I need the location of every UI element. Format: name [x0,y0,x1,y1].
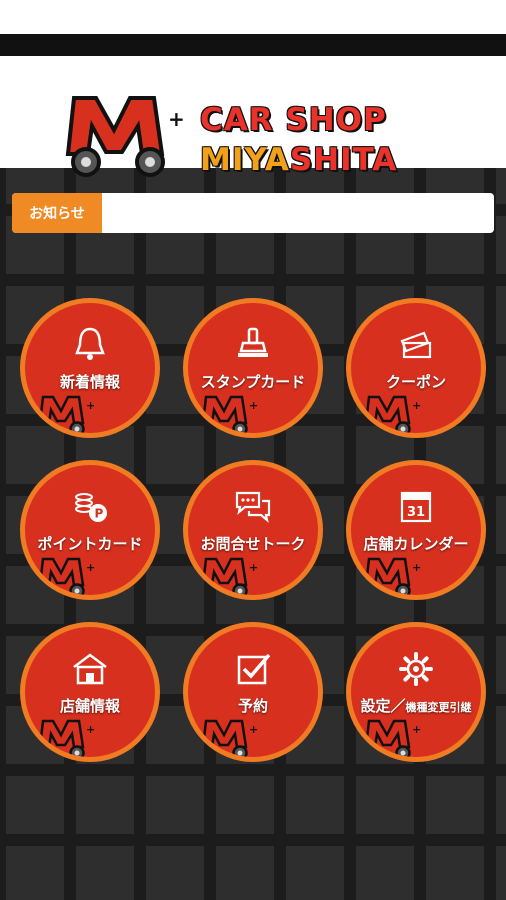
menu-reserve-button[interactable]: 予約 + [183,622,323,762]
svg-text:+: + [412,399,421,412]
menu-calendar-label: 店舗カレンダー [363,535,469,553]
app-header: + CAR SHOP MIYASHITA [0,34,506,178]
menu-calendar-button[interactable]: 31 店舗カレンダー + [346,460,486,600]
menu-talk-button[interactable]: お問合せトーク + [183,460,323,600]
brand-title: CAR SHOP MIYASHITA [200,100,397,180]
brand-line-2-part1: MIYA [200,142,290,178]
menu-store-button[interactable]: 店舗情報 + [20,622,160,762]
mini-logo-icon: + [38,557,95,595]
menu-point-button[interactable]: P ポイントカード + [20,460,160,600]
svg-text:+: + [86,723,95,736]
notice-label: お知らせ [12,193,102,233]
menu-coupon-label: クーポン [385,373,446,391]
mini-logo-icon: + [201,719,258,757]
calendar-day: 31 [407,505,425,520]
checkbox-icon [237,653,271,685]
menu-settings-label-main: 設定／ [360,697,406,715]
coins-icon: P [75,493,107,522]
mini-logo-icon: + [364,395,421,433]
brand-line-2-part2: SHITA [289,142,398,178]
menu-stamp-button[interactable]: スタンプカード + [183,298,323,438]
shop-logo-icon: + [65,96,185,177]
svg-text:P: P [95,507,104,521]
chat-icon [235,491,271,523]
mini-logo-icon: + [364,719,421,757]
svg-text:+: + [249,723,258,736]
menu-settings-label: 設定／機種変更引継 [351,695,481,716]
menu-news-label: 新着情報 [59,373,120,391]
menu-store-label: 店舗情報 [59,697,120,715]
mini-logo-icon: + [38,395,95,433]
coupon-icon [400,331,432,359]
status-bar [0,0,506,34]
menu-settings-button[interactable]: 設定／機種変更引継 + [346,622,486,762]
mini-logo-icon: + [201,395,258,433]
svg-text:+: + [86,399,95,412]
menu-reserve-label: 予約 [237,697,268,715]
svg-text:+: + [412,561,421,574]
menu-settings-label-sub: 機種変更引継 [405,701,472,714]
mini-logo-icon: + [201,557,258,595]
brand-line-2: MIYASHITA [200,140,397,180]
menu-point-label: ポイントカード [37,535,143,553]
svg-text:+: + [168,107,185,131]
brand-line-1: CAR SHOP [200,102,387,138]
svg-text:+: + [249,399,258,412]
svg-text:+: + [249,561,258,574]
gear-icon [399,652,433,686]
stamp-icon [238,327,268,357]
menu-stamp-label: スタンプカード [200,373,306,391]
mini-logo-icon: + [364,557,421,595]
menu-coupon-button[interactable]: クーポン + [346,298,486,438]
bell-icon [75,327,105,360]
mini-logo-icon: + [38,719,95,757]
svg-text:+: + [86,561,95,574]
notice-bar[interactable]: お知らせ [12,193,494,233]
menu-talk-label: お問合せトーク [200,535,306,553]
calendar-icon: 31 [400,491,432,523]
svg-text:+: + [412,723,421,736]
menu-news-button[interactable]: 新着情報 + [20,298,160,438]
store-icon [73,653,107,685]
